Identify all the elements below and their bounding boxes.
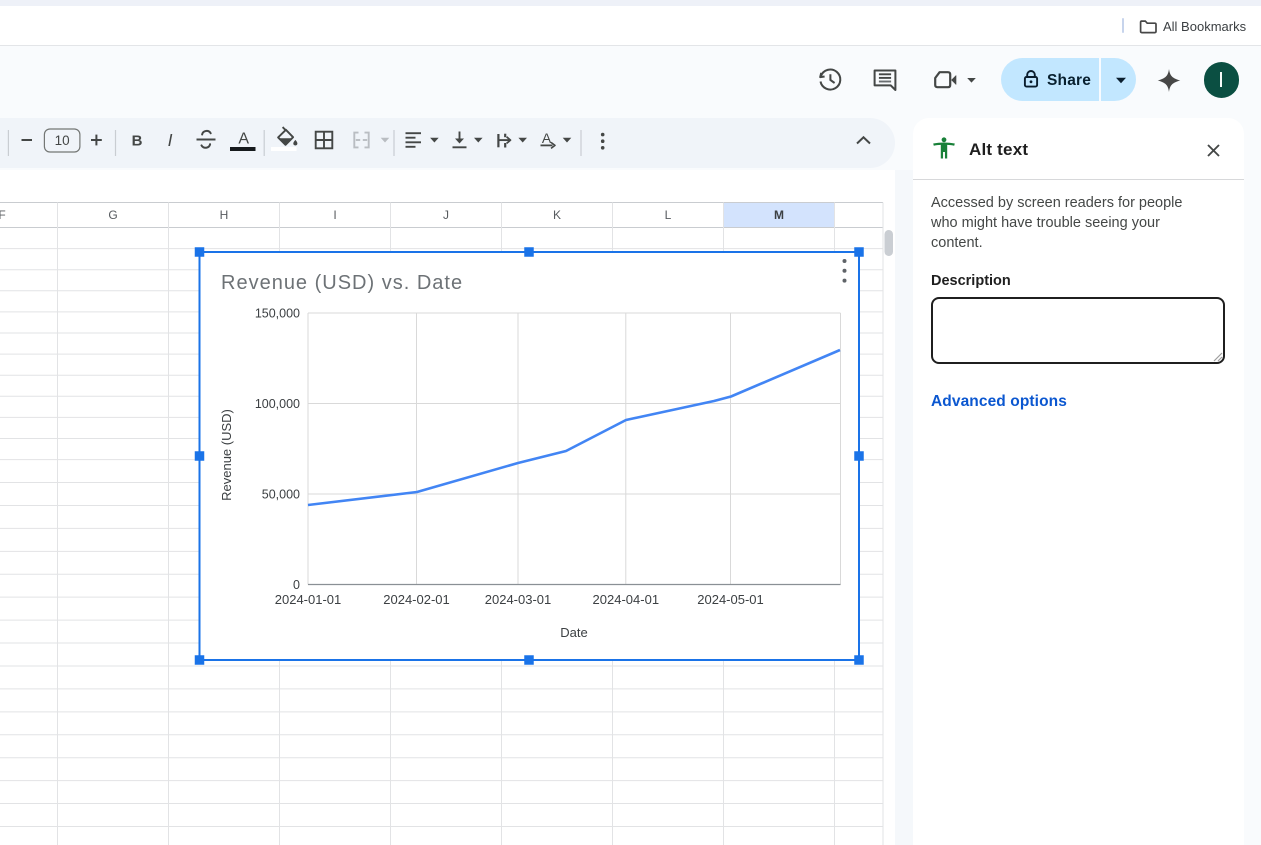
svg-text:2024-02-01: 2024-02-01 <box>383 592 450 607</box>
svg-text:I: I <box>333 208 336 222</box>
svg-text:A: A <box>542 130 552 146</box>
svg-text:10: 10 <box>55 133 70 148</box>
svg-text:100,000: 100,000 <box>255 397 300 411</box>
svg-text:M: M <box>774 208 784 222</box>
svg-text:Revenue (USD) vs. Date: Revenue (USD) vs. Date <box>221 272 463 294</box>
svg-text:2024-05-01: 2024-05-01 <box>697 592 764 607</box>
svg-text:0: 0 <box>293 578 300 592</box>
svg-text:2024-01-01: 2024-01-01 <box>275 592 342 607</box>
svg-text:B: B <box>132 133 143 150</box>
svg-text:G: G <box>108 208 117 222</box>
svg-text:K: K <box>553 208 561 222</box>
svg-text:Revenue (USD): Revenue (USD) <box>219 409 234 501</box>
svg-text:150,000: 150,000 <box>255 307 300 321</box>
svg-text:2024-03-01: 2024-03-01 <box>485 592 552 607</box>
svg-text:J: J <box>443 208 449 222</box>
svg-text:Date: Date <box>560 625 587 640</box>
svg-text:50,000: 50,000 <box>262 488 300 502</box>
svg-text:F: F <box>0 208 6 222</box>
svg-text:L: L <box>665 208 672 222</box>
svg-text:A: A <box>238 131 249 148</box>
svg-text:I: I <box>168 130 173 150</box>
svg-text:2024-04-01: 2024-04-01 <box>593 592 660 607</box>
svg-text:H: H <box>220 208 229 222</box>
